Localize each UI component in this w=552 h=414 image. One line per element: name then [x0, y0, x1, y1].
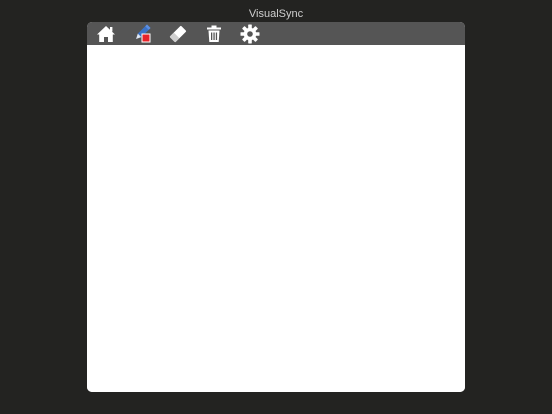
screen: VisualSync	[0, 0, 552, 414]
trash-icon	[205, 25, 223, 43]
pen-icon	[131, 24, 153, 44]
eraser-button[interactable]	[167, 24, 189, 44]
drawing-window	[87, 22, 465, 392]
gear-icon	[240, 24, 260, 44]
toolbar	[87, 22, 465, 45]
eraser-icon	[168, 25, 188, 43]
settings-button[interactable]	[239, 24, 261, 44]
drawing-canvas[interactable]	[87, 45, 465, 392]
home-button[interactable]	[95, 24, 117, 44]
home-icon	[96, 25, 116, 43]
pen-button[interactable]	[131, 24, 153, 44]
delete-button[interactable]	[203, 24, 225, 44]
app-title: VisualSync	[248, 8, 304, 20]
